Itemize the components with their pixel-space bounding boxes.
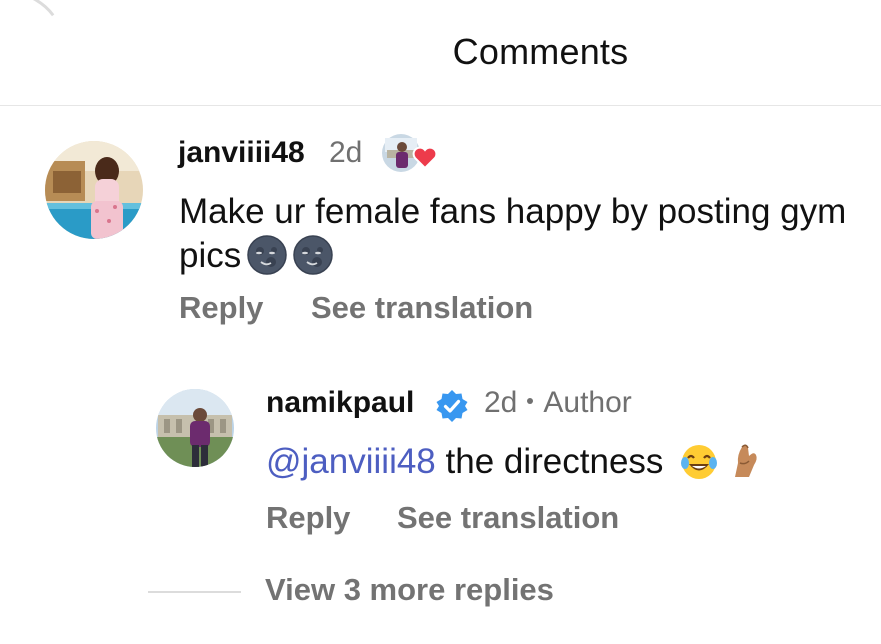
page-title: Comments <box>452 31 629 72</box>
separator-dot <box>527 398 534 404</box>
replies-divider <box>148 591 241 593</box>
reply-time: 2d <box>484 386 518 419</box>
commenter-avatar[interactable] <box>45 141 143 239</box>
verified-badge-icon <box>435 389 469 423</box>
see-translation-button[interactable]: See translation <box>311 290 533 326</box>
new-moon-face-emoji-icon <box>247 235 287 275</box>
comment-time: 2d <box>329 136 363 169</box>
author-badge: Author <box>543 386 632 419</box>
face-with-tears-of-joy-emoji-icon <box>681 445 718 479</box>
new-moon-face-emoji-icon <box>293 235 333 275</box>
liked-by-author-indicator <box>381 130 438 176</box>
avatar-photo <box>45 141 143 239</box>
comments-header: Comments <box>0 0 881 106</box>
reply-avatar[interactable] <box>156 389 234 467</box>
liked-by-author-icon <box>382 134 438 172</box>
reply-username[interactable]: namikpaul <box>266 386 414 420</box>
pinched-fingers-emoji-icon <box>735 444 757 477</box>
avatar-photo <box>156 389 234 467</box>
comment-username[interactable]: janviiii48 <box>178 136 305 170</box>
view-more-replies-button[interactable]: View 3 more replies <box>265 572 554 608</box>
comment-body: Make ur female fans happy by posting gym… <box>179 190 869 278</box>
reply-meta: 2d Author <box>484 386 632 420</box>
reply-text: the directness <box>445 442 664 481</box>
reply-body: @janviiii48 the directness <box>266 440 866 484</box>
mention-link[interactable]: @janviiii48 <box>266 442 436 481</box>
see-translation-reply-button[interactable]: See translation <box>397 500 619 536</box>
reply-to-reply-button[interactable]: Reply <box>266 500 350 536</box>
reply-button[interactable]: Reply <box>179 290 263 326</box>
